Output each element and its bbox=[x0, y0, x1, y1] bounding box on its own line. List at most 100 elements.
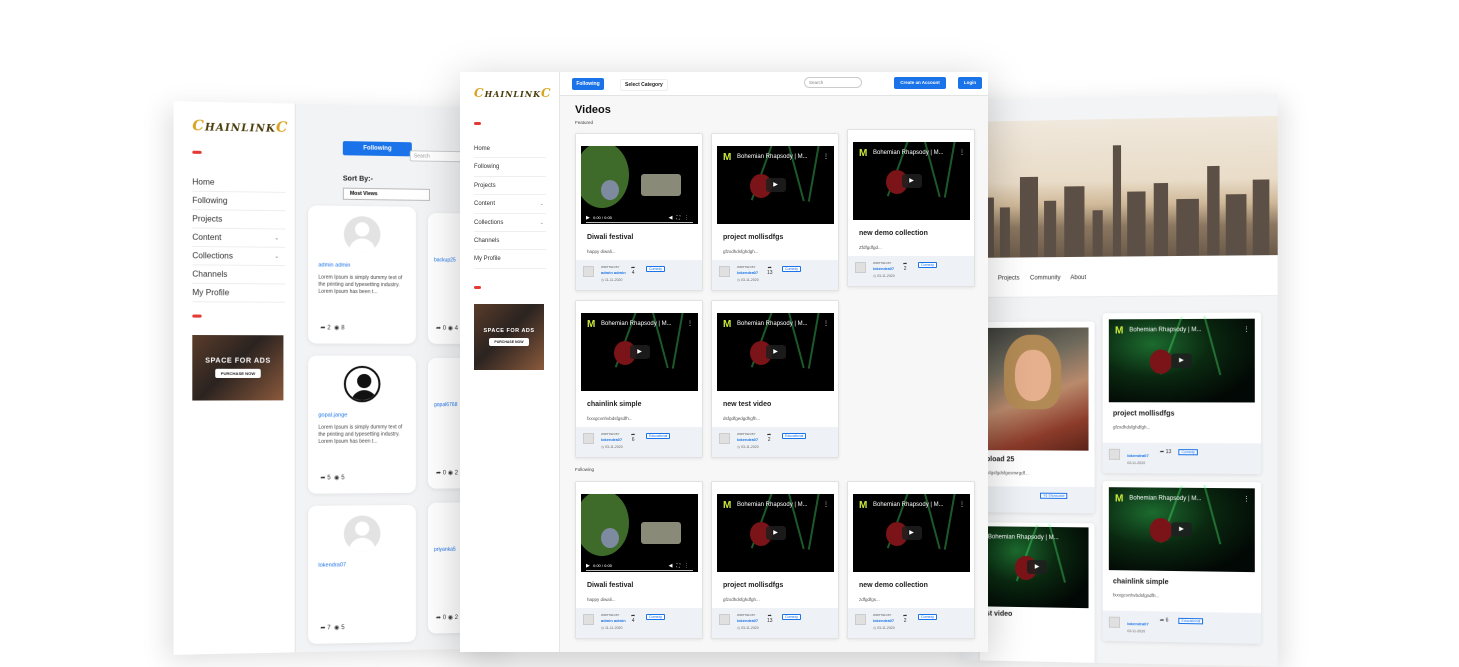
video-player[interactable]: M Bohemian Rhapsody | M... ⋮ ▶ bbox=[1108, 315, 1255, 403]
profile-card[interactable]: gopal.jange Lorem Ipsum is simply dummy … bbox=[308, 355, 416, 494]
video-title[interactable]: project mollisdfgs bbox=[723, 234, 783, 241]
content-card[interactable]: Bohemian Rhapsody | M... ▶ st video bbox=[979, 522, 1095, 665]
video-controls-icon[interactable]: ◀⛶⋮ bbox=[669, 215, 693, 221]
more-icon[interactable]: ⋮ bbox=[823, 320, 829, 327]
category-select[interactable]: Select Category bbox=[620, 79, 668, 91]
play-icon[interactable]: ▶ bbox=[765, 526, 786, 540]
create-account-button[interactable]: Create an Account bbox=[894, 77, 946, 89]
nav-my-profile[interactable]: My Profile bbox=[192, 283, 286, 303]
share-count[interactable]: ➦ 2 bbox=[903, 262, 907, 272]
play-icon[interactable]: ▶ bbox=[1171, 353, 1192, 368]
play-icon[interactable]: ▶ bbox=[765, 178, 786, 192]
video-player[interactable]: ▶ 0:00 / 0:05 ◀⛶⋮ bbox=[581, 494, 698, 572]
category-tag[interactable]: Comedy bbox=[646, 614, 666, 620]
share-count[interactable]: ➦ 6 bbox=[631, 433, 635, 443]
category-tag[interactable]: Y6 Showcase bbox=[1040, 492, 1068, 499]
profile-card[interactable]: lokendra07 ➦ 7 ◉ 5 bbox=[308, 504, 416, 644]
share-count[interactable]: ➦ 2 bbox=[767, 433, 771, 443]
video-title[interactable]: project mollisdfgs bbox=[723, 582, 783, 589]
author-link[interactable]: admin admin bbox=[601, 270, 626, 275]
share-count[interactable]: ➦ 4 bbox=[631, 614, 635, 624]
video-player[interactable]: ▶ 0:00 / 0:05 ◀⛶⋮ bbox=[581, 146, 698, 224]
share-count[interactable]: ➦ 13 bbox=[767, 266, 773, 276]
video-card[interactable]: M Bohemian Rhapsody | M... ⋮ ▶ chainlink sim… bbox=[575, 300, 703, 458]
following-button[interactable]: Following bbox=[572, 78, 604, 90]
play-icon[interactable]: ▶ bbox=[586, 215, 590, 221]
sidebar-item-home[interactable]: Home bbox=[474, 140, 546, 159]
video-controls-icon[interactable]: ◀⛶⋮ bbox=[669, 563, 693, 569]
category-tag[interactable]: Comedy bbox=[782, 266, 802, 272]
video-title[interactable]: new test video bbox=[723, 401, 771, 408]
category-tag[interactable]: Comedy bbox=[918, 262, 938, 268]
more-icon[interactable]: ⋮ bbox=[823, 153, 829, 160]
content-card[interactable]: pload 25 fsfgsfgdsfgesrwrgdf... Y6 Showc… bbox=[979, 321, 1095, 514]
more-icon[interactable]: ⋮ bbox=[823, 501, 829, 508]
profile-name[interactable]: admin admin bbox=[318, 262, 350, 268]
author-link[interactable]: lokendra07 bbox=[601, 437, 622, 442]
play-icon[interactable]: ▶ bbox=[901, 526, 922, 540]
purchase-button[interactable]: PURCHASE NOW bbox=[489, 338, 529, 346]
video-player[interactable]: M Bohemian Rhapsody | M... ⋮ ▶ bbox=[717, 146, 834, 224]
video-player[interactable]: M Bohemian Rhapsody | M... ⋮ ▶ bbox=[853, 494, 970, 572]
video-card[interactable]: M Bohemian Rhapsody | M... ⋮ ▶ new demo coll… bbox=[847, 129, 975, 287]
category-tag[interactable]: Comedy bbox=[1178, 449, 1198, 456]
author-link[interactable]: lokendra07 bbox=[1127, 453, 1149, 458]
video-title[interactable]: Diwali festival bbox=[587, 582, 633, 589]
profile-name[interactable]: gopal6768 bbox=[434, 402, 457, 408]
video-player[interactable]: M Bohemian Rhapsody | M... ⋮ ▶ bbox=[717, 313, 834, 391]
profile-name[interactable]: priyanka5 bbox=[434, 547, 456, 553]
profile-name[interactable]: gopal.jange bbox=[318, 412, 347, 418]
video-player[interactable]: M Bohemian Rhapsody | M... ⋮ ▶ bbox=[581, 313, 698, 391]
video-player[interactable]: Bohemian Rhapsody | M... ▶ bbox=[985, 523, 1089, 609]
share-count[interactable]: ➦ 4 bbox=[631, 266, 635, 276]
purchase-button[interactable]: PURCHASE NOW bbox=[215, 368, 261, 378]
search-input[interactable]: Search bbox=[804, 77, 862, 88]
video-card[interactable]: M Bohemian Rhapsody | M... ⋮ ▶ project molli… bbox=[711, 133, 839, 291]
category-tag[interactable]: Comedy bbox=[646, 266, 666, 272]
video-player[interactable]: M Bohemian Rhapsody | M... ⋮ ▶ bbox=[717, 494, 834, 572]
video-title[interactable]: new demo collection bbox=[859, 582, 928, 589]
tab-projects[interactable]: Projects bbox=[998, 276, 1020, 282]
video-player[interactable]: M Bohemian Rhapsody | M... ⋮ ▶ bbox=[1108, 484, 1255, 573]
sidebar-item-content[interactable]: Content ⌄ bbox=[474, 195, 546, 214]
sidebar-item-projects[interactable]: Projects bbox=[474, 177, 546, 196]
author-link[interactable]: lokendra07 bbox=[873, 618, 894, 623]
nav-following[interactable]: Following bbox=[192, 191, 286, 212]
category-tag[interactable]: Comedy bbox=[782, 614, 802, 620]
author-link[interactable]: lokendra07 bbox=[737, 437, 758, 442]
category-tag[interactable]: Educational bbox=[782, 433, 807, 439]
profile-name[interactable]: lokendra07 bbox=[318, 562, 346, 568]
more-icon[interactable]: ⋮ bbox=[1243, 495, 1249, 502]
play-icon[interactable]: ▶ bbox=[586, 563, 590, 569]
video-card[interactable]: M Bohemian Rhapsody | M... ⋮ ▶ new test vide… bbox=[711, 300, 839, 458]
play-icon[interactable]: ▶ bbox=[1026, 559, 1048, 575]
ad-banner[interactable]: SPACE FOR ADS PURCHASE NOW bbox=[474, 304, 544, 370]
login-button[interactable]: Login bbox=[958, 77, 982, 89]
more-icon[interactable]: ⋮ bbox=[1243, 326, 1249, 333]
video-player[interactable]: M Bohemian Rhapsody | M... ⋮ ▶ bbox=[853, 142, 970, 220]
video-title[interactable]: Diwali festival bbox=[587, 234, 633, 241]
share-count[interactable]: ➦ 2 bbox=[903, 614, 907, 624]
video-card[interactable]: M Bohemian Rhapsody | M... ⋮ ▶ new demo coll… bbox=[847, 481, 975, 639]
author-link[interactable]: lokendra07 bbox=[737, 270, 758, 275]
ad-banner[interactable]: SPACE FOR ADS PURCHASE NOW bbox=[192, 334, 284, 401]
author-link[interactable]: lokendra07 bbox=[1127, 621, 1149, 626]
more-icon[interactable]: ⋮ bbox=[959, 149, 965, 156]
category-tag[interactable]: Comedy bbox=[918, 614, 938, 620]
video-card[interactable]: M Bohemian Rhapsody | M... ⋮ ▶ project molli… bbox=[711, 481, 839, 639]
play-icon[interactable]: ▶ bbox=[1171, 522, 1192, 537]
video-title[interactable]: chainlink simple bbox=[587, 401, 641, 408]
logo[interactable]: CHAINLINKC bbox=[474, 86, 552, 100]
nav-home[interactable]: Home bbox=[192, 173, 286, 193]
nav-channels[interactable]: Channels bbox=[192, 265, 286, 285]
author-link[interactable]: admin admin bbox=[601, 618, 626, 623]
video-card[interactable]: ▶ 0:00 / 0:05 ◀⛶⋮ Diwali festival happy diwa… bbox=[575, 481, 703, 639]
tab-community[interactable]: Community bbox=[1030, 275, 1061, 281]
logo[interactable]: CHAINLINKC bbox=[192, 118, 288, 136]
author-link[interactable]: lokendra07 bbox=[873, 266, 894, 271]
play-icon[interactable]: ▶ bbox=[901, 174, 922, 188]
nav-collections[interactable]: Collections ⌄ bbox=[192, 246, 286, 267]
more-icon[interactable]: ⋮ bbox=[687, 320, 693, 327]
category-tag[interactable]: Educational bbox=[1178, 617, 1204, 625]
sidebar-item-collections[interactable]: Collections ⌄ bbox=[474, 214, 546, 232]
